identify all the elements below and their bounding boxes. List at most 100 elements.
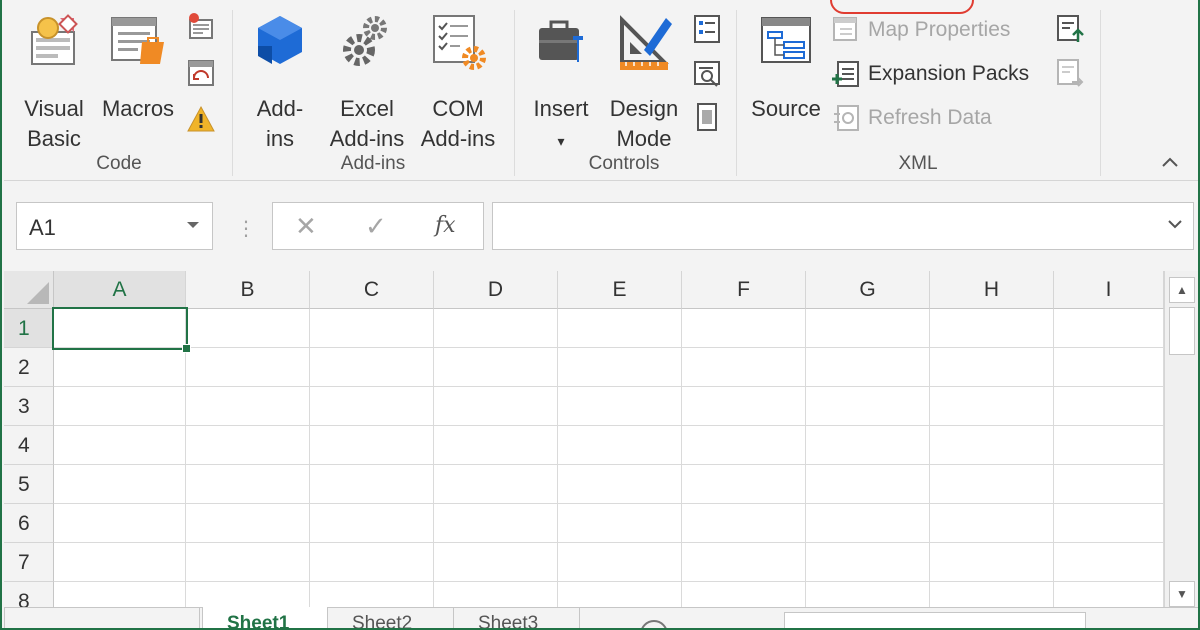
grid-cell[interactable]	[434, 465, 558, 504]
collapse-ribbon-icon[interactable]	[1160, 155, 1180, 174]
grid-cell[interactable]	[930, 465, 1054, 504]
grid-cell[interactable]	[806, 543, 930, 582]
grid-cell[interactable]	[1054, 543, 1164, 582]
visual-basic-button[interactable]: Visual Basic	[18, 12, 90, 152]
record-macro-icon[interactable]	[186, 12, 216, 42]
grid-cell[interactable]	[806, 348, 930, 387]
formula-bar-splitter[interactable]: ⋮	[236, 216, 256, 241]
grid-cell[interactable]	[186, 504, 310, 543]
grid-cell[interactable]	[434, 309, 558, 348]
column-header[interactable]: H	[930, 271, 1054, 309]
name-box[interactable]: A1	[16, 202, 213, 250]
row-header[interactable]: 4	[4, 426, 54, 465]
grid-cell[interactable]	[558, 309, 682, 348]
grid-cell[interactable]	[806, 387, 930, 426]
grid-cell[interactable]	[310, 543, 434, 582]
xml-import-icon[interactable]	[1054, 14, 1084, 44]
com-addins-button[interactable]: COM Add-ins	[416, 12, 500, 152]
grid-cell[interactable]	[1054, 426, 1164, 465]
scroll-thumb[interactable]	[1169, 307, 1195, 355]
grid-cell[interactable]	[54, 504, 186, 543]
sheet-navigation[interactable]	[4, 607, 200, 628]
grid-cell[interactable]	[558, 348, 682, 387]
grid-cell[interactable]	[1054, 465, 1164, 504]
grid-cell[interactable]	[54, 426, 186, 465]
grid-cell[interactable]	[682, 543, 806, 582]
formula-input[interactable]	[492, 202, 1194, 250]
grid-cell[interactable]	[310, 504, 434, 543]
grid-cell[interactable]	[1054, 309, 1164, 348]
excel-addins-button[interactable]: Excel Add-ins	[324, 12, 410, 152]
expand-formula-bar-icon[interactable]	[1167, 216, 1183, 234]
insert-function-icon[interactable]: fx	[435, 213, 456, 238]
column-header[interactable]: B	[186, 271, 310, 309]
grid-cell[interactable]	[558, 387, 682, 426]
grid-cell[interactable]	[930, 309, 1054, 348]
xml-export-icon[interactable]	[1054, 58, 1084, 88]
select-all-button[interactable]	[4, 271, 54, 309]
run-dialog-icon[interactable]	[692, 102, 722, 132]
grid-cell[interactable]	[1054, 387, 1164, 426]
grid-cell[interactable]	[1054, 348, 1164, 387]
horizontal-scrollbar[interactable]	[784, 612, 1086, 628]
grid-cell[interactable]	[930, 543, 1054, 582]
grid-cell[interactable]	[806, 465, 930, 504]
refresh-data-button[interactable]: Refresh Data	[832, 104, 992, 132]
addins-button[interactable]: Add-ins	[248, 12, 312, 152]
sheet-tab-sheet1[interactable]: Sheet1	[202, 607, 328, 628]
view-code-icon[interactable]	[692, 58, 722, 88]
grid-cell[interactable]	[682, 504, 806, 543]
grid-cell[interactable]	[558, 465, 682, 504]
grid-cell[interactable]	[186, 387, 310, 426]
row-header[interactable]: 5	[4, 465, 54, 504]
grid-cell[interactable]	[434, 348, 558, 387]
sheet-tab-sheet3[interactable]: Sheet3	[454, 607, 580, 628]
grid-cell[interactable]	[682, 309, 806, 348]
row-header[interactable]: 2	[4, 348, 54, 387]
scroll-down-icon[interactable]: ▼	[1169, 581, 1195, 607]
column-header[interactable]: E	[558, 271, 682, 309]
grid-cell[interactable]	[310, 426, 434, 465]
grid-cell[interactable]	[930, 426, 1054, 465]
properties-icon[interactable]	[692, 14, 722, 44]
grid-cell[interactable]	[806, 309, 930, 348]
row-header[interactable]: 1	[4, 309, 54, 348]
grid-cell[interactable]	[1054, 504, 1164, 543]
grid-cell[interactable]	[930, 387, 1054, 426]
column-header[interactable]: C	[310, 271, 434, 309]
map-properties-button[interactable]: Map Properties	[832, 16, 1010, 44]
grid-cell[interactable]	[310, 465, 434, 504]
row-header[interactable]: 6	[4, 504, 54, 543]
grid-cell[interactable]	[682, 348, 806, 387]
sheet-tab-sheet2[interactable]: Sheet2	[328, 607, 454, 628]
grid-cell[interactable]	[54, 387, 186, 426]
column-header[interactable]: I	[1054, 271, 1164, 309]
grid-cell[interactable]	[54, 465, 186, 504]
grid-cell[interactable]	[186, 309, 310, 348]
new-sheet-icon[interactable]	[640, 620, 668, 628]
macros-button[interactable]: Macros	[98, 12, 178, 152]
grid-cell[interactable]	[930, 348, 1054, 387]
expansion-packs-button[interactable]: Expansion Packs	[832, 60, 1029, 88]
grid-cell[interactable]	[434, 504, 558, 543]
insert-control-button[interactable]: Insert ▾	[526, 12, 596, 152]
chevron-down-icon[interactable]	[186, 217, 200, 233]
grid-cell[interactable]	[682, 426, 806, 465]
grid-cell[interactable]	[682, 387, 806, 426]
grid-cell[interactable]	[682, 465, 806, 504]
grid-cell[interactable]	[930, 504, 1054, 543]
grid-cell[interactable]	[310, 309, 434, 348]
column-header[interactable]: D	[434, 271, 558, 309]
column-header[interactable]: G	[806, 271, 930, 309]
grid-cell[interactable]	[54, 348, 186, 387]
grid-cell[interactable]	[434, 387, 558, 426]
grid-cell[interactable]	[558, 426, 682, 465]
macro-security-warning-icon[interactable]	[186, 104, 216, 134]
grid-cell[interactable]	[434, 543, 558, 582]
source-button[interactable]: Source	[748, 12, 824, 152]
grid-cell[interactable]	[310, 387, 434, 426]
row-header[interactable]: 7	[4, 543, 54, 582]
grid-cell[interactable]	[186, 465, 310, 504]
column-header[interactable]: F	[682, 271, 806, 309]
column-header[interactable]: A	[54, 271, 186, 309]
